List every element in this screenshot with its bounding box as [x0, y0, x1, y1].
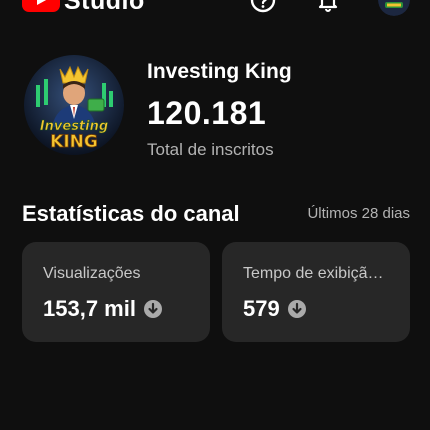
arrow-down-circle-icon: [143, 300, 162, 318]
watch-time-label: Tempo de exibiçã…: [243, 265, 384, 282]
period-label: Últimos 28 dias: [307, 205, 410, 222]
channel-avatar[interactable]: Investing KING: [24, 55, 124, 155]
views-label: Visualizações: [43, 265, 141, 282]
views-value: 153,7 mil: [43, 296, 136, 321]
app-title: Studio: [64, 0, 145, 15]
youtube-logo-icon[interactable]: [22, 0, 60, 12]
notifications-bell-icon[interactable]: [314, 0, 342, 14]
svg-text:KING: KING: [50, 132, 98, 152]
subscriber-count: 120.181: [147, 95, 267, 131]
account-avatar[interactable]: [378, 0, 410, 16]
views-value-row: 153,7 mil: [43, 296, 162, 322]
help-icon[interactable]: [249, 0, 277, 14]
views-card[interactable]: Visualizações 153,7 mil: [22, 242, 210, 342]
watch-time-value: 579: [243, 296, 280, 321]
arrow-down-circle-icon: [287, 300, 306, 318]
top-app-bar: Studio: [0, 0, 430, 26]
channel-name: Investing King: [147, 60, 292, 83]
watch-time-card[interactable]: Tempo de exibiçã… 579: [222, 242, 410, 342]
subscriber-label: Total de inscritos: [147, 140, 274, 159]
channel-stats-title: Estatísticas do canal: [22, 201, 240, 226]
watch-time-value-row: 579: [243, 296, 306, 322]
